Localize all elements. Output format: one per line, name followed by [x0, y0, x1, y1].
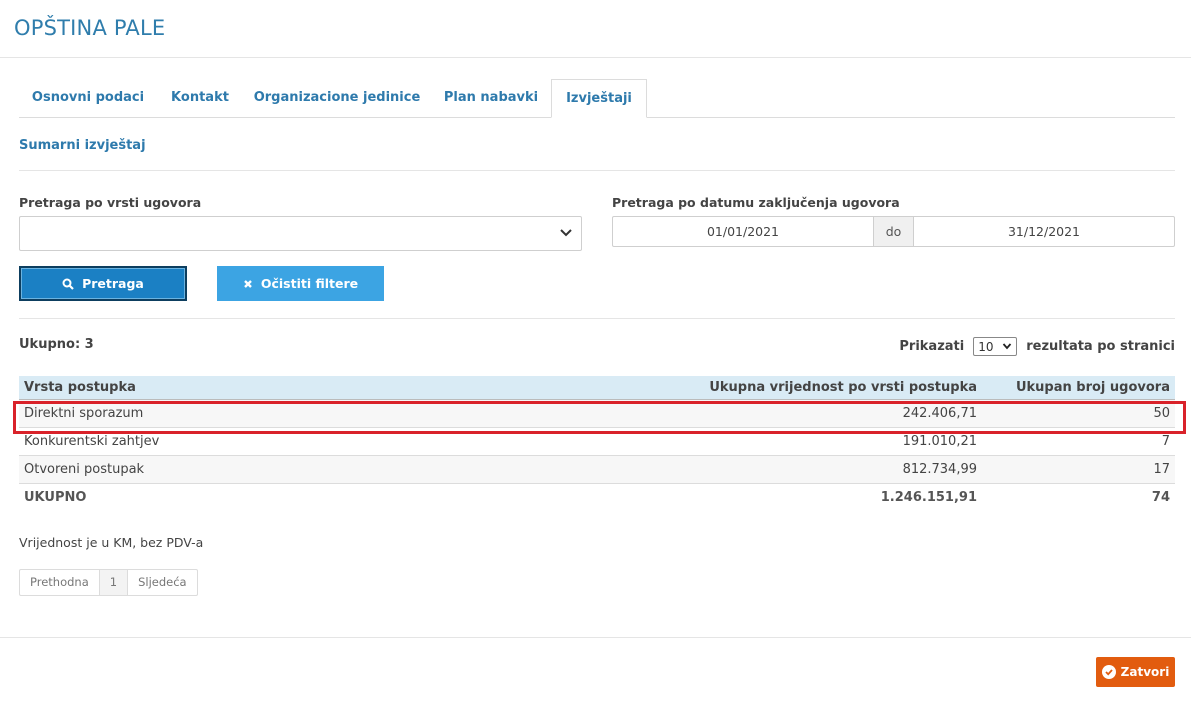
page-size-select[interactable]: 10 [973, 337, 1018, 356]
table-header-row: Vrsta postupka Ukupna vrijednost po vrst… [19, 376, 1175, 400]
page-header: OPŠTINA PALE [0, 0, 1191, 58]
clear-filters-label: Očistiti filtere [260, 276, 359, 291]
per-page-label: rezultata po stranici [1026, 339, 1175, 354]
close-icon [243, 279, 253, 289]
date-range-group: 01/01/2021 do 31/12/2021 [612, 216, 1175, 247]
close-button[interactable]: Zatvori [1096, 657, 1175, 687]
column-header[interactable]: Ukupna vrijednost po vrsti postupka [419, 376, 982, 400]
table-cell: Otvoreni postupak [19, 455, 419, 484]
page-title: OPŠTINA PALE [14, 16, 166, 40]
table-cell: 812.734,99 [419, 455, 982, 484]
tab-kontakt[interactable]: Kontakt [157, 79, 243, 118]
chevron-down-icon [559, 225, 573, 239]
date-separator: do [873, 217, 914, 246]
divider [19, 170, 1175, 171]
table-cell: 7 [982, 427, 1175, 456]
footer-divider [0, 637, 1191, 638]
contract-type-select[interactable] [19, 216, 582, 251]
table-cell: 74 [1151, 489, 1170, 505]
search-button[interactable]: Pretraga [19, 266, 187, 301]
pagination: Prethodna 1 Sljedeća [19, 569, 198, 596]
table-total-row: UKUPNO 1.246.151,91 74 [19, 483, 1175, 511]
clear-filters-button[interactable]: Očistiti filtere [217, 266, 384, 301]
show-label: Prikazati [899, 339, 965, 354]
date-from-input[interactable]: 01/01/2021 [613, 217, 873, 246]
total-count: Ukupno: 3 [19, 337, 94, 352]
search-icon [62, 278, 74, 290]
results-summary: Ukupno: 3 Prikazati 10 rezultata po stra… [19, 337, 1175, 357]
page-size-value: 10 [978, 339, 994, 354]
report-title: Sumarni izvještaj [19, 138, 146, 153]
table-cell: 1.246.151,91 [880, 489, 977, 505]
results-table: Vrsta postupka Ukupna vrijednost po vrst… [19, 376, 1175, 511]
contract-type-label: Pretraga po vrsti ugovora [19, 195, 202, 210]
tab-izvjestaji[interactable]: Izvještaji [551, 79, 647, 118]
search-button-label: Pretraga [82, 276, 144, 291]
value-note: Vrijednost je u KM, bez PDV-a [19, 535, 204, 550]
tab-plan-nabavki[interactable]: Plan nabavki [431, 79, 551, 118]
table-cell: 17 [982, 455, 1175, 484]
tab-bar: Osnovni podaci Kontakt Organizacione jed… [19, 79, 1175, 118]
prev-page-button[interactable]: Prethodna [20, 570, 99, 595]
next-page-button[interactable]: Sljedeća [127, 570, 197, 595]
table-cell: 50 [982, 399, 1175, 428]
check-circle-icon [1101, 665, 1116, 679]
table-cell: 242.406,71 [419, 399, 982, 428]
table-cell: Konkurentski zahtjev [19, 427, 419, 456]
table-cell: Direktni sporazum [19, 399, 419, 428]
date-to-input[interactable]: 31/12/2021 [914, 217, 1174, 246]
close-button-label: Zatvori [1120, 665, 1170, 679]
column-header[interactable]: Vrsta postupka [19, 376, 419, 400]
column-header[interactable]: Ukupan broj ugovora [982, 376, 1175, 400]
table-row: Konkurentski zahtjev 191.010,21 7 [19, 427, 1175, 456]
tab-organizacione-jedinice[interactable]: Organizacione jedinice [243, 79, 431, 118]
table-cell: 191.010,21 [419, 427, 982, 456]
table-row: Direktni sporazum 242.406,71 50 [19, 399, 1175, 428]
table-cell: UKUPNO [24, 489, 87, 505]
tab-osnovni-podaci[interactable]: Osnovni podaci [19, 79, 157, 118]
table-row: Otvoreni postupak 812.734,99 17 [19, 455, 1175, 484]
current-page[interactable]: 1 [98, 570, 128, 595]
chevron-down-icon [1002, 340, 1012, 354]
divider [19, 318, 1175, 319]
date-range-label: Pretraga po datumu zaključenja ugovora [612, 195, 900, 210]
main-content: Osnovni podaci Kontakt Organizacione jed… [19, 79, 1175, 596]
